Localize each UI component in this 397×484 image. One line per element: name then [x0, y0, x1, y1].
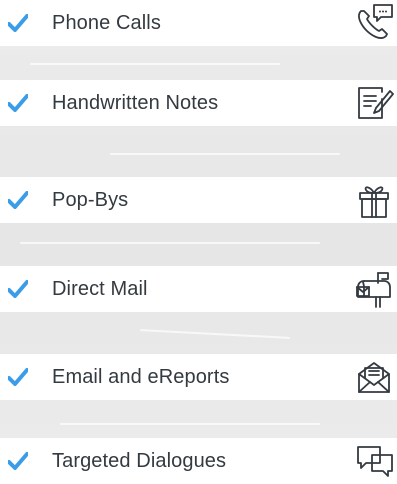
checkmark-icon	[8, 94, 28, 112]
chat-bubbles-icon	[354, 441, 394, 481]
list-item-label: Email and eReports	[52, 366, 230, 388]
gift-icon	[354, 180, 394, 220]
list-item-email-and-ereports: Email and eReports	[0, 354, 397, 400]
background-streak	[140, 329, 290, 339]
list-item-label: Handwritten Notes	[52, 92, 219, 114]
list-item-direct-mail: Direct Mail	[0, 266, 397, 312]
list-item-label: Direct Mail	[52, 278, 148, 300]
checkmark-icon	[8, 14, 28, 32]
background-streak	[20, 242, 320, 244]
list-item-label: Phone Calls	[52, 12, 161, 34]
list-item-handwritten-notes: Handwritten Notes	[0, 80, 397, 126]
background-streak	[30, 63, 280, 65]
list-item-pop-bys: Pop-Bys	[0, 177, 397, 223]
list-item-targeted-dialogues: Targeted Dialogues	[0, 438, 397, 484]
list-item-label: Pop-Bys	[52, 189, 129, 211]
background-streak	[60, 423, 320, 425]
background-streak	[110, 153, 340, 155]
note-pencil-icon	[354, 83, 394, 123]
checkmark-icon	[8, 452, 28, 470]
list-item-phone-calls: Phone Calls	[0, 0, 397, 46]
checkmark-icon	[8, 368, 28, 386]
phone-chat-icon	[354, 3, 394, 43]
list-item-label: Targeted Dialogues	[52, 450, 227, 472]
mailbox-icon	[354, 269, 394, 309]
checkmark-icon	[8, 191, 28, 209]
checkmark-icon	[8, 280, 28, 298]
envelope-letter-icon	[354, 357, 394, 397]
